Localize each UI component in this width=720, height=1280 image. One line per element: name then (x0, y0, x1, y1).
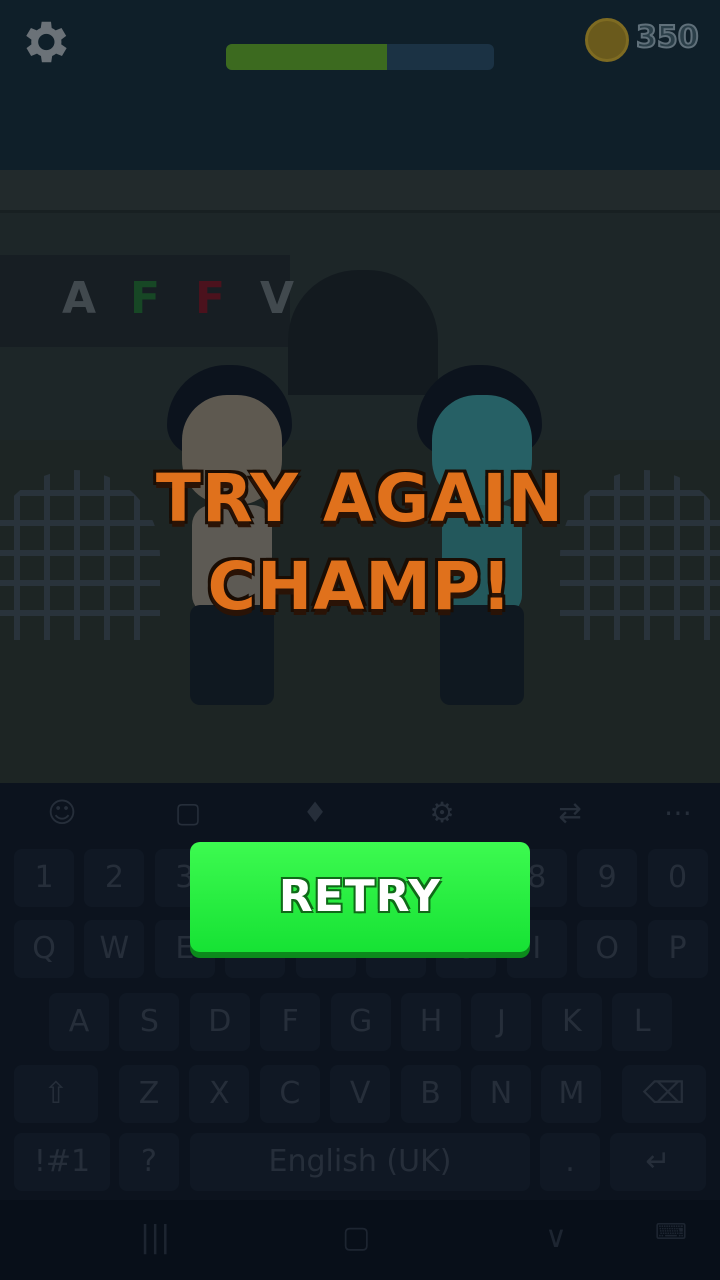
coin-icon (585, 18, 629, 62)
coin-count: 350 (635, 19, 700, 56)
level-progress-bar (226, 44, 494, 70)
result-message-line1: TRY AGAIN (155, 460, 565, 537)
dim-overlay (0, 0, 720, 1280)
settings-gear-icon[interactable] (16, 14, 72, 70)
retry-button[interactable]: RETRY (190, 842, 530, 952)
result-message: TRY AGAIN CHAMP! (0, 455, 720, 631)
level-progress-fill (226, 44, 387, 70)
result-message-line2: CHAMP! (207, 548, 513, 625)
